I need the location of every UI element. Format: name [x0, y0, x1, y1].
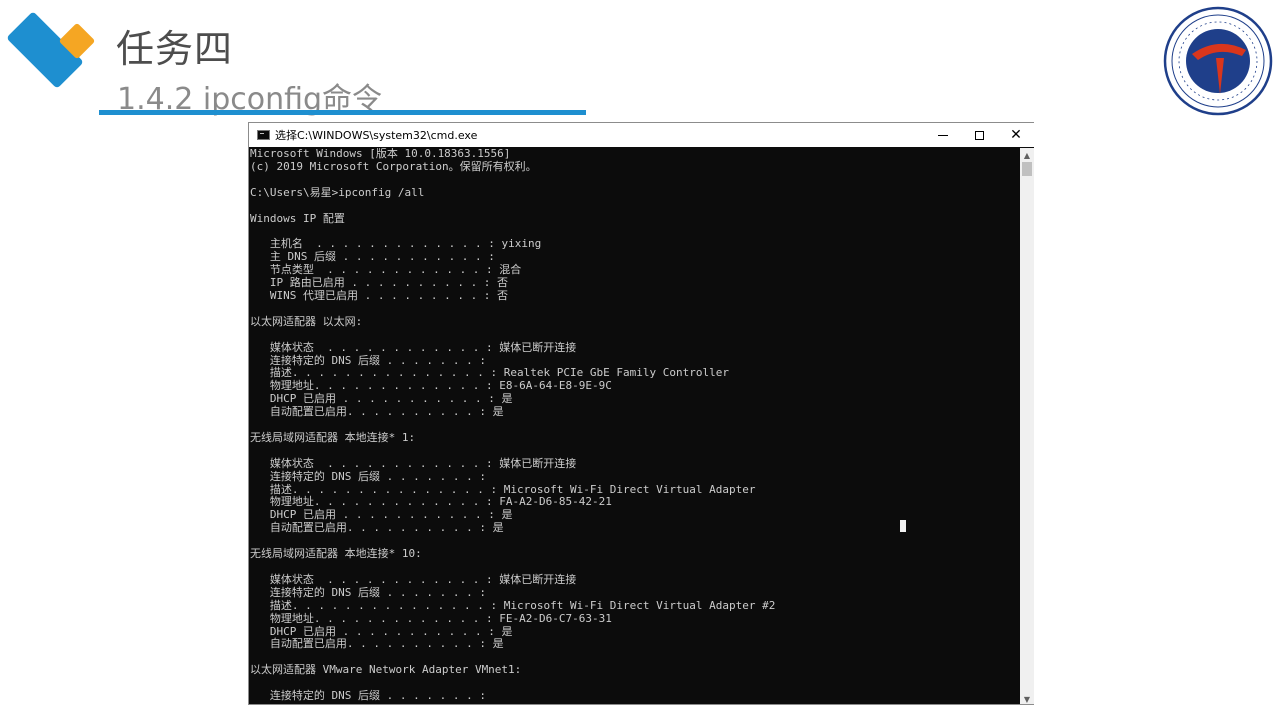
- console-line: 以太网适配器 VMware Network Adapter VMnet1:: [250, 663, 522, 677]
- console-line: 媒体状态 . . . . . . . . . . . . : 媒体已断开连接: [250, 340, 577, 354]
- console-line: DHCP 已启用 . . . . . . . . . . . : 是: [250, 508, 513, 522]
- console-line: IP 路由已启用 . . . . . . . . . . : 否: [250, 276, 509, 290]
- diamond-logo-icon: [7, 12, 95, 88]
- console-text: Microsoft Windows [版本 10.0.18363.1556] (…: [250, 148, 1018, 703]
- cmd-window[interactable]: 选择C:\WINDOWS\system32\cmd.exe ✕ Microsof…: [248, 122, 1034, 705]
- console-line: (c) 2019 Microsoft Corporation。保留所有权利。: [250, 159, 537, 173]
- minimize-button[interactable]: [925, 123, 961, 147]
- close-icon: ✕: [1010, 127, 1022, 143]
- console-line: 描述. . . . . . . . . . . . . . . : Micros…: [250, 598, 776, 612]
- console-line: 节点类型 . . . . . . . . . . . . : 混合: [250, 263, 522, 277]
- scroll-thumb[interactable]: [1022, 162, 1032, 176]
- console-line: 媒体状态 . . . . . . . . . . . . : 媒体已断开连接: [250, 456, 577, 470]
- vertical-scrollbar[interactable]: ▲ ▼: [1020, 148, 1034, 704]
- console-line: WINS 代理已启用 . . . . . . . . . : 否: [250, 288, 509, 302]
- console-line: 物理地址. . . . . . . . . . . . . : E8-6A-64…: [250, 379, 612, 393]
- cmd-app-icon: [257, 130, 270, 140]
- title-underline: [99, 110, 586, 115]
- console-line: 描述. . . . . . . . . . . . . . . : Realte…: [250, 366, 729, 380]
- console-line: 连接特定的 DNS 后缀 . . . . . . . :: [250, 585, 486, 599]
- console-line: 无线局域网适配器 本地连接* 10:: [250, 547, 422, 561]
- console-line: 以太网适配器 以太网:: [250, 314, 363, 328]
- console-line: 连接特定的 DNS 后缀 . . . . . . . :: [250, 689, 486, 703]
- minimize-icon: [938, 134, 948, 136]
- console-line: 描述. . . . . . . . . . . . . . . : Micros…: [250, 482, 756, 496]
- console-line: 无线局域网适配器 本地连接* 1:: [250, 430, 416, 444]
- console-line: Windows IP 配置: [250, 211, 345, 225]
- console-line: 物理地址. . . . . . . . . . . . . : FE-A2-D6…: [250, 611, 612, 625]
- slide-title: 任务四: [116, 27, 234, 71]
- console-line: DHCP 已启用 . . . . . . . . . . . : 是: [250, 624, 513, 638]
- window-title: 选择C:\WINDOWS\system32\cmd.exe: [275, 129, 478, 142]
- console-line: Microsoft Windows [版本 10.0.18363.1556]: [250, 148, 511, 160]
- console-line: 连接特定的 DNS 后缀 . . . . . . . :: [250, 353, 486, 367]
- console-line: 自动配置已启用. . . . . . . . . . : 是: [250, 521, 504, 535]
- console-line: 连接特定的 DNS 后缀 . . . . . . . :: [250, 469, 486, 483]
- maximize-button[interactable]: [961, 123, 997, 147]
- console-line: 自动配置已启用. . . . . . . . . . : 是: [250, 405, 504, 419]
- console-line: 物理地址. . . . . . . . . . . . . : FA-A2-D6…: [250, 495, 612, 509]
- window-title-bar[interactable]: 选择C:\WINDOWS\system32\cmd.exe ✕: [249, 123, 1034, 147]
- close-button[interactable]: ✕: [998, 123, 1034, 147]
- console-line: 主机名 . . . . . . . . . . . . . : yixing: [250, 237, 542, 251]
- console-line: 主 DNS 后缀 . . . . . . . . . . . :: [250, 250, 495, 264]
- scroll-up-arrow-icon[interactable]: ▲: [1020, 148, 1034, 162]
- console-output[interactable]: Microsoft Windows [版本 10.0.18363.1556] (…: [250, 148, 1018, 704]
- console-line: 自动配置已启用. . . . . . . . . . : 是: [250, 637, 504, 651]
- console-line: DHCP 已启用 . . . . . . . . . . . : 是: [250, 392, 513, 406]
- school-seal-icon: [1163, 6, 1273, 116]
- scroll-down-arrow-icon[interactable]: ▼: [1020, 692, 1034, 704]
- maximize-icon: [974, 130, 984, 140]
- console-line: 媒体状态 . . . . . . . . . . . . : 媒体已断开连接: [250, 572, 577, 586]
- console-line: C:\Users\易星>ipconfig /all: [250, 185, 425, 199]
- text-cursor: [900, 520, 906, 532]
